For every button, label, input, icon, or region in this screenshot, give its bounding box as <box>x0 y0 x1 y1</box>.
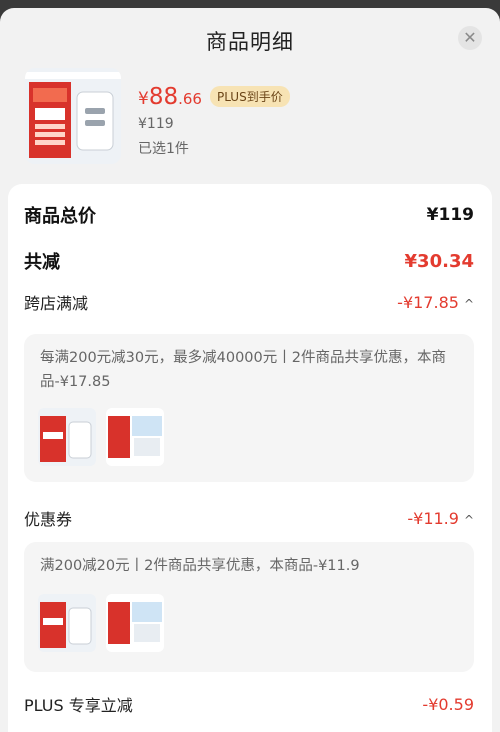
close-icon[interactable]: ✕ <box>458 26 482 50</box>
coupon-value: -¥11.9 <box>407 508 459 528</box>
discount-label: 共减 <box>24 252 60 273</box>
total-label: 商品总价 <box>24 206 96 227</box>
store-discount-label: 跨店满减 <box>24 294 89 313</box>
plus-discount-label: PLUS 专享立减 <box>24 696 133 715</box>
sheet-title: 商品明细 <box>206 30 294 54</box>
price-currency: ¥ <box>138 89 149 109</box>
price-detail-card: 商品总价 ¥119 共减 ¥30.34 跨店满减 -¥17.85 ^ 每满200元… <box>8 184 492 732</box>
plus-discount-row: PLUS 专享立减 -¥0.59 <box>24 692 474 716</box>
coupon-label: 优惠券 <box>24 510 73 529</box>
store-discount-value: -¥17.85 <box>397 292 459 312</box>
price-integer: 88 <box>148 84 179 110</box>
chevron-up-icon[interactable]: ^ <box>464 513 474 527</box>
discount-value: ¥30.34 <box>404 250 474 272</box>
store-discount-row[interactable]: 跨店满减 -¥17.85 ^ <box>24 290 474 314</box>
selected-count: 已选1件 <box>138 141 189 157</box>
store-discount-detail: 每满200元减30元，最多减40000元丨2件商品共享优惠，本商品-¥17.85 <box>24 334 474 482</box>
product-thumb-box <box>106 408 164 466</box>
plus-price: ¥ 88 .66 PLUS到手价 <box>138 84 290 110</box>
total-row: 商品总价 ¥119 <box>24 202 474 228</box>
product-thumb-charger <box>38 594 96 652</box>
store-discount-desc: 每满200元减30元，最多减40000元丨2件商品共享优惠，本商品-¥17.85 <box>40 350 446 390</box>
plus-discount-value: -¥0.59 <box>422 694 474 714</box>
chevron-up-icon[interactable]: ^ <box>464 297 474 311</box>
detail-sheet: 商品明细 ✕ ¥ 88 .66 PLUS到手价 ¥119 已选1件 商品总价 ¥… <box>0 8 500 732</box>
total-value: ¥119 <box>426 205 474 225</box>
product-thumb-box <box>106 594 164 652</box>
coupon-detail: 满200减20元丨2件商品共享优惠，本商品-¥11.9 <box>24 542 474 672</box>
discount-row: 共减 ¥30.34 <box>24 248 474 274</box>
product-image <box>25 68 121 164</box>
price-decimal: .66 <box>178 90 202 108</box>
original-price: ¥119 <box>138 116 174 132</box>
plus-price-badge: PLUS到手价 <box>209 86 290 107</box>
product-thumb-charger <box>38 408 96 466</box>
coupon-row[interactable]: 优惠券 -¥11.9 ^ <box>24 506 474 530</box>
coupon-desc: 满200减20元丨2件商品共享优惠，本商品-¥11.9 <box>40 558 360 574</box>
